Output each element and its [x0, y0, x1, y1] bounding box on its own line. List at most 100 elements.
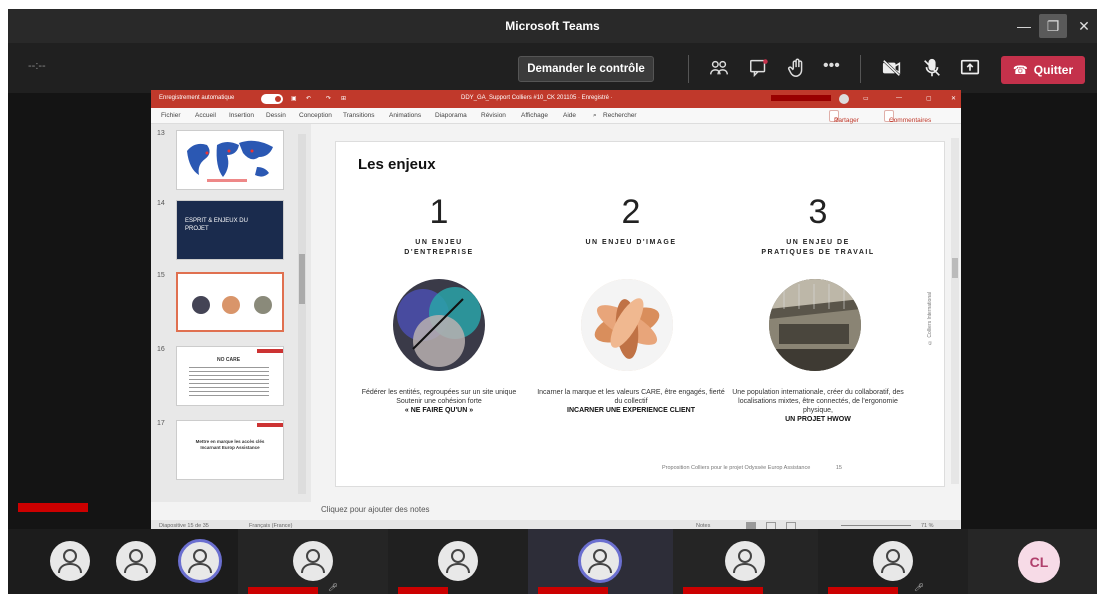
- zoom-slider[interactable]: [841, 525, 911, 526]
- participant-avatar: [578, 539, 622, 583]
- tab-fichier[interactable]: Fichier: [161, 112, 181, 119]
- thumb-circle: [222, 296, 240, 314]
- tab-diaporama[interactable]: Diaporama: [435, 112, 467, 119]
- participant-avatar-speaking[interactable]: [178, 539, 222, 583]
- ribbon-search[interactable]: Rechercher: [603, 112, 637, 119]
- enjeu-number: 2: [621, 193, 641, 231]
- thumb-lines: [189, 367, 269, 399]
- leave-meeting-button[interactable]: ☎ Quitter: [1001, 56, 1085, 84]
- slide-thumbnail-14[interactable]: ESPRIT & ENJEUX DU PROJET: [176, 200, 284, 260]
- tab-dessin[interactable]: Dessin: [266, 112, 286, 119]
- tab-accueil[interactable]: Accueil: [195, 112, 216, 119]
- participant-tile[interactable]: 🎤︎: [818, 529, 968, 594]
- ppt-ribbon-tabs: Fichier Accueil Insertion Dessin Concept…: [151, 108, 961, 124]
- search-icon[interactable]: ⌕: [593, 112, 597, 120]
- present-icon[interactable]: ⊞: [341, 95, 346, 102]
- save-icon[interactable]: ▣: [291, 95, 297, 102]
- thumb-text: NO CARE: [217, 357, 241, 363]
- raise-hand-icon[interactable]: [786, 57, 808, 79]
- undo-icon[interactable]: ↶: [306, 95, 311, 102]
- enjeu-number: 3: [808, 193, 828, 231]
- slide-thumbnail-16[interactable]: NO CARE: [176, 346, 284, 406]
- ppt-minimize-icon[interactable]: —: [896, 95, 902, 101]
- current-slide: Les enjeux 1 UN ENJEU D'ENTREPRISE 2 UN …: [335, 141, 945, 487]
- tab-revision[interactable]: Révision: [481, 112, 506, 119]
- redacted-name: [828, 587, 898, 594]
- share-screen-icon[interactable]: [959, 57, 981, 79]
- thumb-text: Mettre en marque les accès clés Incarnan…: [195, 439, 265, 450]
- enjeu-tagline: UN PROJET HWOW: [785, 416, 851, 423]
- minimize-icon[interactable]: —: [1009, 9, 1039, 43]
- world-map-icon: [187, 140, 273, 182]
- thumb-circle: [192, 296, 210, 314]
- enjeu-column-1: 1 UN ENJEU D'ENTREPRISE: [344, 192, 534, 258]
- mic-muted-icon: 🎤︎: [328, 583, 339, 592]
- meeting-timer: --:--: [28, 60, 46, 72]
- person-icon: [881, 549, 905, 574]
- participant-avatar: [873, 541, 913, 581]
- mic-muted-icon: 🎤︎: [914, 583, 925, 592]
- thumb-number: 13: [157, 130, 165, 137]
- restore-icon[interactable]: ❐: [1039, 14, 1067, 38]
- participant-avatar: [725, 541, 765, 581]
- circles-image: [393, 279, 485, 371]
- user-avatar[interactable]: [839, 94, 849, 104]
- slide-thumbnail-15-selected[interactable]: [176, 272, 284, 332]
- person-icon: [446, 549, 470, 574]
- tab-conception[interactable]: Conception: [299, 112, 332, 119]
- participants-icon[interactable]: [708, 57, 730, 79]
- shared-powerpoint-window: Enregistrement automatique ▣ ↶ ↷ ⊞ DDY_G…: [151, 90, 961, 532]
- chat-icon[interactable]: [748, 57, 770, 79]
- tab-insertion[interactable]: Insertion: [229, 112, 254, 119]
- copyright-vertical: © Colliers International: [927, 292, 933, 345]
- participant-avatar[interactable]: [50, 541, 90, 581]
- person-icon: [124, 549, 148, 574]
- participant-tile[interactable]: [388, 529, 528, 594]
- camera-off-icon[interactable]: [881, 57, 903, 79]
- notes-input[interactable]: Cliquez pour ajouter des notes: [311, 502, 961, 520]
- teams-window: Microsoft Teams — ❐ ✕ --:-- Demander le …: [8, 9, 1097, 594]
- phone-hangup-icon: ☎: [1012, 63, 1028, 77]
- autosave-toggle[interactable]: [261, 94, 283, 104]
- slide-thumbnail-17[interactable]: Mettre en marque les accès clés Incarnan…: [176, 420, 284, 480]
- close-icon[interactable]: ✕: [1069, 9, 1097, 43]
- thumb-number: 17: [157, 420, 165, 427]
- slide-scrollbar[interactable]: [951, 138, 959, 484]
- document-title: DDY_GA_Support Colliers #10_CK 201105 · …: [461, 95, 613, 101]
- enjeu-column-2: 2 UN ENJEU D'IMAGE: [536, 192, 726, 248]
- participant-avatar: [438, 541, 478, 581]
- share-label: Partager: [834, 117, 859, 124]
- enjeu-tagline: « NE FAIRE QU'UN »: [404, 407, 474, 414]
- participant-strip: 🎤︎ 🎤︎ CL: [8, 529, 1097, 594]
- thumb-accent: [257, 349, 283, 353]
- slide-footer: Proposition Colliers pour le projet Odys…: [662, 465, 842, 471]
- participant-initials-avatar[interactable]: CL: [1018, 541, 1060, 583]
- person-icon: [301, 549, 325, 574]
- participant-tile[interactable]: 🎤︎: [238, 529, 388, 594]
- redacted-name: [538, 587, 608, 594]
- tab-transitions[interactable]: Transitions: [343, 112, 375, 119]
- more-options-icon[interactable]: •••: [823, 57, 845, 79]
- ribbon-display-icon[interactable]: ▭: [863, 95, 869, 102]
- footer-text: Proposition Colliers pour le projet Odys…: [662, 465, 811, 471]
- enjeu-description: Fédérer les entités, regroupées sur un s…: [361, 389, 517, 405]
- tab-animations[interactable]: Animations: [389, 112, 421, 119]
- microphone-off-icon[interactable]: [921, 57, 943, 79]
- participant-tile[interactable]: [673, 529, 818, 594]
- tab-affichage[interactable]: Affichage: [521, 112, 548, 119]
- comments-button[interactable]: ▭ Commentaires: [884, 110, 931, 124]
- share-button[interactable]: ⇧ Partager: [829, 110, 859, 124]
- thumbnail-scrollbar[interactable]: [298, 134, 306, 494]
- toolbar-divider: [688, 55, 689, 83]
- participant-tile-speaking[interactable]: [528, 529, 673, 594]
- tab-aide[interactable]: Aide: [563, 112, 576, 119]
- ppt-close-icon[interactable]: ✕: [951, 95, 956, 102]
- thumb-number: 16: [157, 346, 165, 353]
- office-space-image: [769, 279, 861, 371]
- redo-icon[interactable]: ↷: [326, 95, 331, 102]
- ppt-maximize-icon[interactable]: ▢: [926, 95, 932, 102]
- toolbar-divider: [860, 55, 861, 83]
- request-control-button[interactable]: Demander le contrôle: [518, 56, 654, 82]
- participant-avatar[interactable]: [116, 541, 156, 581]
- slide-thumbnail-13[interactable]: [176, 130, 284, 190]
